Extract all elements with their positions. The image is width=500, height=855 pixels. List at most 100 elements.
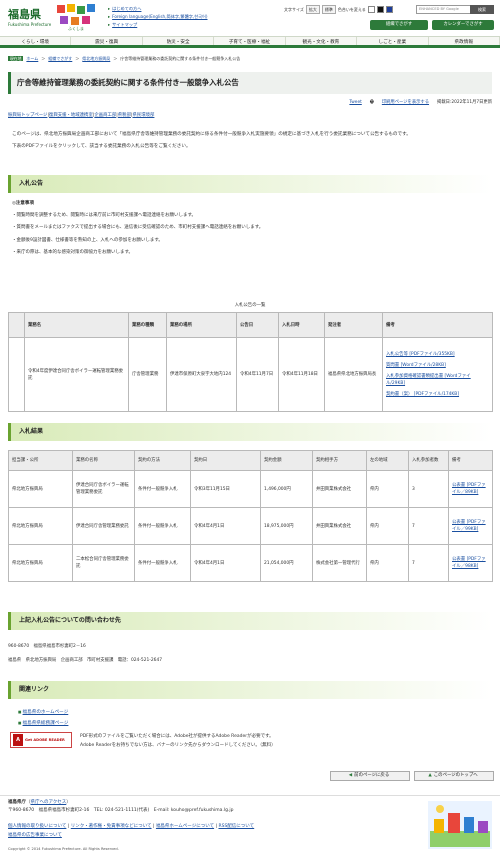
result-pdf-link[interactable]: 公表書 [PDFファイル／98KB]	[452, 557, 486, 569]
cell-note: 公表書 [PDFファイル／89KB]	[448, 470, 493, 508]
page-top-button[interactable]: ▲ このページのトップへ	[414, 771, 494, 781]
intro-text: このページは、県北地方振興局企画商工部において「福島県庁舎等維持管理業務の委託契…	[12, 131, 488, 151]
gnav-item-industry[interactable]: しごと・産業	[357, 37, 429, 45]
adobe-banner-label: Get ADOBE READER	[25, 737, 65, 742]
list-item[interactable]: 福島県県総務課ページ	[18, 718, 69, 729]
color-white-button[interactable]	[367, 6, 375, 14]
global-nav: くらし・環境 震災・復興 防災・安全 子育て・医療・福祉 観光・文化・教育 しご…	[0, 36, 500, 48]
cell-docs: 入札公告等 [PDFファイル/355KB] 質問書 [Wordファイル/28KB…	[382, 337, 493, 412]
gnav-item-tourism[interactable]: 観光・文化・教育	[286, 37, 358, 45]
cell-notice-date: 令和4年11月7日	[236, 337, 279, 412]
footer-access-link[interactable]: 県庁へのアクセス	[31, 800, 67, 805]
cell-office: 県北地方振興局	[8, 507, 73, 545]
cell-method: 条件付一般競争入札	[134, 544, 191, 582]
doc-link-notice[interactable]: 入札公告等 [PDFファイル/355KB]	[386, 352, 455, 357]
page-meta: Tweet 🖶 印刷用ページを表示する 掲載日:2022年11月7日更新	[349, 100, 492, 106]
footer-link-about[interactable]: 福島県ホームページについて	[156, 824, 214, 829]
back-button[interactable]: ◀ 前のページに戻る	[330, 771, 410, 781]
table-caption: 入札公告の一覧	[234, 303, 266, 308]
print-link[interactable]: 印刷用ページを表示する	[382, 100, 429, 106]
result-pdf-link[interactable]: 公表書 [PDFファイル／99KB]	[452, 520, 486, 532]
top-link-sitemap[interactable]: ▸ サイトマップ	[108, 21, 208, 29]
dept-link-tax[interactable]: 県税部	[118, 113, 131, 118]
doc-link-question[interactable]: 質問書 [Wordファイル/28KB]	[386, 363, 446, 368]
notes-title: ◎注意事項	[12, 201, 34, 206]
gnav-item-welfare[interactable]: 子育て・医療・福祉	[214, 37, 286, 45]
result-pdf-link[interactable]: 公表書 [PDFファイル／89KB]	[452, 483, 486, 495]
col-header: 左の地域	[366, 450, 409, 471]
footer-org-name: 福島県庁	[8, 800, 26, 805]
footer-link-privacy[interactable]: 個人情報の取り扱いについて	[8, 824, 66, 829]
footer-links: 個人情報の取り扱いについて | リンク・著作権・免責事項などについて | 福島県…	[8, 824, 255, 838]
top-link-foreign[interactable]: ▸ Foreign language(English,简体字,繁體字,한국어)	[108, 13, 208, 21]
related-links: 福島県のホームページ 福島県県総務課ページ	[18, 707, 69, 729]
color-black-button[interactable]	[376, 6, 384, 14]
cell-amount: 21,054,000円	[260, 544, 313, 582]
dept-link-recovery[interactable]: 復興支援・地域連携室	[49, 113, 93, 118]
calendar-search-button[interactable]: カレンダーでさがす	[432, 20, 494, 30]
breadcrumb-current: 庁舎等維持管理業務の委託契約に関する条件付き一般競争入札公告	[120, 56, 241, 61]
gnav-item-recovery[interactable]: 震災・復興	[71, 37, 143, 45]
cell-office: 県北地方振興局	[8, 470, 73, 508]
doc-link-contract[interactable]: 契約書（案） [PDFファイル/174KB]	[386, 392, 459, 397]
standard-button[interactable]: 標準	[321, 5, 336, 15]
mascot-logo-image: ふくしま	[57, 4, 95, 31]
col-header: 公告日	[236, 312, 279, 338]
breadcrumb-home[interactable]: ホーム	[26, 56, 38, 61]
list-item[interactable]: 福島県のホームページ	[18, 707, 69, 718]
col-header: 備考	[448, 450, 493, 471]
cell-contractor: 井田興業株式会社	[312, 507, 367, 545]
related-link-pref-home[interactable]: 福島県のホームページ	[23, 710, 69, 715]
breadcrumb-org[interactable]: 組織でさがす	[48, 56, 72, 61]
cell-name: 伊達合同庁舎管理業務委託	[72, 507, 135, 545]
dept-link-environment[interactable]: 県民環境部	[132, 113, 154, 118]
top-link-first-visit[interactable]: ▸ はじめての方へ	[108, 5, 208, 13]
top-links: ▸ はじめての方へ ▸ Foreign language(English,简体字,繁…	[108, 5, 208, 29]
footer-link-ads[interactable]: 福島県の広告事業について	[8, 833, 62, 838]
col-header: 契約金額	[260, 450, 313, 471]
table-row: 県北地方振興局 二本松合同庁舎管理業務委託 条件付一般競争入札 令和4年4月1日…	[8, 544, 493, 582]
col-header: 業務名	[24, 312, 129, 338]
breadcrumb: 現在地 ホーム＞ 組織でさがす＞ 県北地方振興局＞ 庁舎等維持管理業務の委託契約…	[8, 56, 241, 62]
intro-paragraph-1: このページは、県北地方振興局企画商工部において「福島県庁舎等維持管理業務の委託契…	[12, 132, 411, 137]
gnav-item-safety[interactable]: 防災・安全	[143, 37, 215, 45]
dept-link-top[interactable]: 振興局トップページ	[8, 113, 47, 118]
org-search-button[interactable]: 組織でさがす	[370, 20, 428, 30]
cell-method: 条件付一般競争入札	[134, 507, 191, 545]
footer-info: 福島県庁（県庁へのアクセス） 〒960-8670 福島県福島市杉妻町2-16 T…	[8, 799, 234, 816]
gnav-item-government[interactable]: 県政情報	[429, 37, 500, 45]
contact-block: 960-8670 福島県福島市杉妻町2－16 福島県 県北地方振興局 企画商工部…	[8, 640, 162, 668]
cell-kind: 庁舎管理業務	[128, 337, 167, 412]
doc-link-qualification[interactable]: 入札参加資格確認書類提出書 [Wordファイル/29KB]	[386, 374, 471, 386]
footer-link-copyright[interactable]: リンク・著作権・免責事項などについて	[71, 824, 152, 829]
cell-name: 令和4年度伊達合同庁舎ボイラー運転管理業務委託	[24, 337, 129, 412]
color-blue-button[interactable]	[385, 6, 393, 14]
related-link-general-affairs[interactable]: 福島県県総務課ページ	[23, 721, 69, 726]
svg-text:ふくしま: ふくしま	[68, 26, 84, 31]
section-heading-related: 関連リンク	[8, 681, 492, 699]
cell-region: 県内	[366, 544, 409, 582]
cell-date: 令和3年11月15日	[190, 470, 261, 508]
dept-link-planning[interactable]: 企画商工部	[94, 113, 116, 118]
col-header: 入札日時	[278, 312, 325, 338]
cell-note: 公表書 [PDFファイル／99KB]	[448, 507, 493, 545]
color-label: 色合いを変える	[337, 7, 366, 12]
notes-block: ◎注意事項 ・閲覧時間を調整するため、閲覧時には来庁前に市町村支援課へ電話連絡を…	[12, 200, 492, 260]
contact-address: 960-8670 福島県福島市杉妻町2－16	[8, 644, 86, 649]
col-header: 備考	[382, 312, 493, 338]
tweet-link[interactable]: Tweet	[349, 100, 361, 106]
note-item: ・閲覧時間を調整するため、閲覧時には来庁前に市町村支援課へ電話連絡をお願いします…	[12, 213, 197, 218]
col-header: 業務の種類	[128, 312, 167, 338]
footer-link-rss[interactable]: RSS配信について	[218, 824, 254, 829]
search-button[interactable]: 検索	[470, 5, 494, 14]
cell-name: 伊達合同庁舎ボイラー運転管理業務委託	[72, 470, 135, 508]
cell-amount: 18,975,000円	[260, 507, 313, 545]
gnav-item-life[interactable]: くらし・環境	[0, 37, 72, 45]
dept-links: 振興局トップページ|復興支援・地域連携室|企画商工部|県税部|県民環境部	[8, 113, 155, 118]
section-heading-contact: 上記入札公告についての問い合わせ先	[8, 612, 492, 630]
site-logo[interactable]: 福島県	[8, 8, 41, 23]
breadcrumb-office[interactable]: 県北地方振興局	[82, 56, 110, 61]
enlarge-button[interactable]: 拡大	[305, 5, 320, 15]
adobe-reader-banner[interactable]: A Get ADOBE READER	[10, 732, 72, 748]
footer-address: 〒960-8670 福島県福島市杉妻町2-16 TEL: 024-521-111…	[8, 808, 234, 814]
